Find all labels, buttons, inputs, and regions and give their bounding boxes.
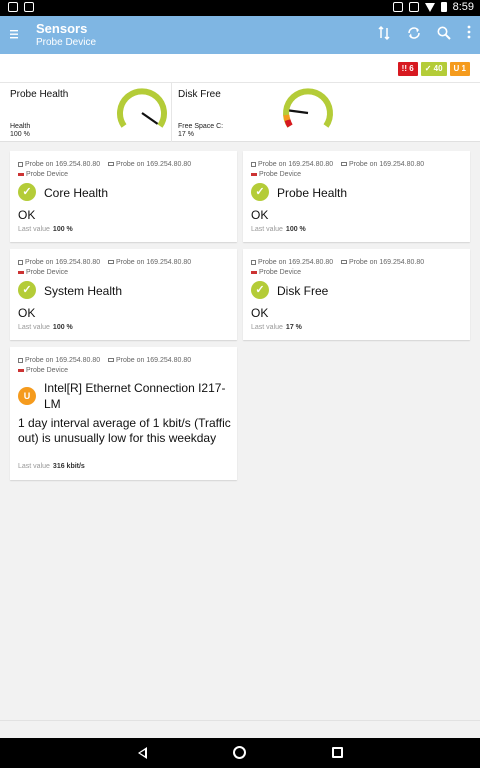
sensor-card[interactable]: Probe on 169.254.80.80 Probe on 169.254.…	[10, 151, 237, 242]
up-count-badge[interactable]: ✓ 40	[420, 62, 447, 76]
gauge-value: 17 %	[178, 131, 194, 138]
sensor-name: Core Health	[44, 186, 109, 200]
card-breadcrumb[interactable]: Probe on 169.254.80.80	[18, 357, 100, 364]
gauge-title: Probe Health	[10, 89, 69, 100]
device-icon	[251, 270, 257, 274]
card-breadcrumb-group[interactable]: Probe on 169.254.80.80	[341, 161, 424, 168]
card-breadcrumb[interactable]: Probe on 169.254.80.80	[251, 259, 333, 266]
group-icon	[108, 260, 114, 265]
probe-icon	[18, 259, 23, 265]
card-breadcrumb[interactable]: Probe on 169.254.80.80	[251, 161, 333, 168]
sort-icon[interactable]	[376, 25, 392, 43]
group-icon	[108, 162, 114, 167]
vibrate-icon	[392, 2, 403, 12]
status-ok-icon: ✓	[18, 281, 36, 299]
gauge-title: Disk Free	[178, 89, 221, 100]
status-ok-icon: ✓	[251, 183, 269, 201]
sensor-name: Disk Free	[277, 284, 329, 298]
card-device[interactable]: Probe Device	[251, 269, 301, 276]
probe-icon	[251, 259, 256, 265]
menu-icon[interactable]	[10, 28, 20, 40]
sensor-card[interactable]: Probe on 169.254.80.80 Probe on 169.254.…	[243, 249, 470, 340]
card-breadcrumb[interactable]: Probe on 169.254.80.80	[18, 161, 100, 168]
last-value: Last value 100 %	[18, 226, 73, 233]
gauge-value: 100 %	[10, 131, 30, 138]
sync-icon	[408, 2, 419, 12]
wifi-icon	[424, 2, 435, 12]
gauge-dial	[283, 88, 333, 129]
sensor-message: 1 day interval average of 1 kbit/s (Traf…	[18, 416, 231, 445]
group-icon	[341, 162, 347, 167]
sensor-name: Intel[R] Ethernet Connection I217-LM	[44, 381, 226, 411]
page-subtitle: Probe Device	[36, 37, 97, 48]
gauge-probe-health[interactable]: Probe Health Health 100 %	[0, 83, 172, 142]
group-icon	[341, 260, 347, 265]
android-icon	[24, 2, 34, 12]
card-device[interactable]: Probe Device	[18, 171, 68, 178]
group-icon	[108, 358, 114, 363]
summary-strip: !! 6 ✓ 40 U 1	[0, 54, 480, 82]
search-icon[interactable]	[436, 25, 452, 43]
card-breadcrumb-group[interactable]: Probe on 169.254.80.80	[108, 161, 191, 168]
battery-icon	[440, 2, 447, 12]
probe-icon	[18, 161, 23, 167]
last-value: Last value 100 %	[18, 324, 73, 331]
device-icon	[18, 270, 24, 274]
sensor-card[interactable]: Probe on 169.254.80.80 Probe on 169.254.…	[243, 151, 470, 242]
card-breadcrumb-group[interactable]: Probe on 169.254.80.80	[108, 357, 191, 364]
sensor-name: System Health	[44, 284, 123, 298]
unusual-count-badge[interactable]: U 1	[449, 62, 470, 76]
device-icon	[18, 368, 24, 372]
probe-icon	[18, 357, 23, 363]
app-bar: Sensors Probe Device	[0, 16, 480, 54]
refresh-icon[interactable]	[406, 25, 422, 43]
status-summary: !! 6 ✓ 40 U 1	[397, 62, 470, 76]
sensor-message: OK	[251, 306, 269, 320]
home-icon[interactable]	[233, 746, 246, 759]
probe-icon	[251, 161, 256, 167]
card-breadcrumb[interactable]: Probe on 169.254.80.80	[18, 259, 100, 266]
notification-icon	[8, 2, 18, 12]
sensor-message: OK	[18, 208, 36, 222]
card-breadcrumb-group[interactable]: Probe on 169.254.80.80	[341, 259, 424, 266]
gauge-dial	[117, 88, 167, 129]
sensor-message: OK	[251, 208, 269, 222]
gauge-label: Free Space C:	[178, 123, 224, 130]
gauge-panel: Probe Health Health 100 % Disk Free Free…	[0, 82, 480, 142]
device-icon	[18, 172, 24, 176]
page-title: Sensors	[36, 21, 88, 36]
more-icon[interactable]	[466, 25, 472, 43]
last-value: Last value 316 kbit/s	[18, 463, 85, 470]
sensor-card[interactable]: Probe on 169.254.80.80 Probe on 169.254.…	[10, 249, 237, 340]
status-bar: 8:59	[0, 0, 480, 16]
system-nav-bar	[0, 738, 480, 768]
gauge-label: Health	[10, 123, 31, 130]
recents-icon[interactable]	[332, 747, 343, 758]
card-breadcrumb-group[interactable]: Probe on 169.254.80.80	[108, 259, 191, 266]
card-device[interactable]: Probe Device	[18, 269, 68, 276]
sensor-name: Probe Health	[277, 186, 348, 200]
status-ok-icon: ✓	[251, 281, 269, 299]
gauge-disk-free[interactable]: Disk Free Free Space C: 17 %	[172, 83, 352, 142]
status-ok-icon: ✓	[18, 183, 36, 201]
clock: 8:59	[452, 1, 474, 13]
down-count-badge[interactable]: !! 6	[397, 62, 418, 76]
sensor-card[interactable]: Probe on 169.254.80.80 Probe on 169.254.…	[10, 347, 237, 480]
last-value: Last value 100 %	[251, 226, 306, 233]
back-icon[interactable]	[138, 747, 147, 759]
divider	[0, 720, 480, 721]
device-icon	[251, 172, 257, 176]
status-unusual-icon: U	[18, 387, 36, 405]
card-device[interactable]: Probe Device	[251, 171, 301, 178]
sensor-message: OK	[18, 306, 36, 320]
card-device[interactable]: Probe Device	[18, 367, 68, 374]
last-value: Last value 17 %	[251, 324, 302, 331]
